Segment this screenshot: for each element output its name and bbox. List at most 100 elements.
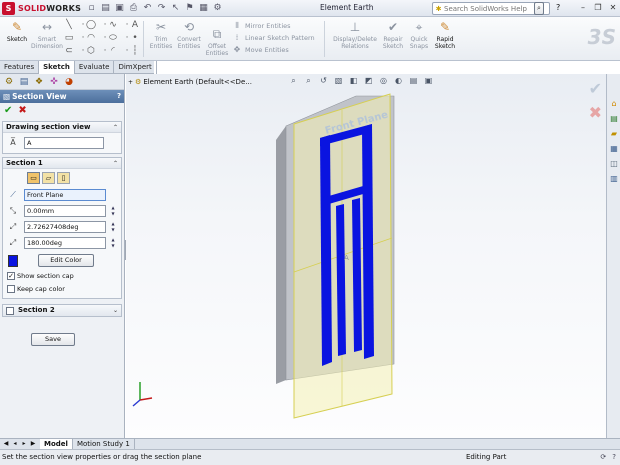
home-icon[interactable]: ⌂: [608, 98, 620, 110]
centerline-icon[interactable]: ┆: [129, 46, 141, 57]
tab-features[interactable]: Features: [0, 61, 40, 74]
rebuild-icon[interactable]: ⚑: [184, 3, 195, 14]
expand-icon[interactable]: ⌄: [113, 305, 118, 316]
view-palette-icon[interactable]: ▦: [608, 143, 620, 155]
polygon-icon[interactable]: ⬡: [85, 46, 97, 57]
tab-motion-study[interactable]: Motion Study 1: [73, 439, 135, 449]
status-message: Set the section view properties or drag …: [2, 453, 202, 461]
cancel-x-icon[interactable]: ✖: [589, 104, 602, 122]
open-folder-icon[interactable]: ▤: [100, 3, 111, 14]
offset-distance-field[interactable]: 0.00mm: [24, 205, 106, 217]
right-plane-icon[interactable]: ▯: [57, 172, 70, 184]
spline-icon[interactable]: ∿: [107, 20, 119, 31]
command-manager-tabs: Features Sketch Evaluate DimXpert: [0, 61, 157, 74]
collapse-icon[interactable]: ⌃: [113, 158, 118, 169]
first-tab-icon[interactable]: ◀: [2, 439, 10, 449]
repair-icon: ✔: [387, 20, 399, 34]
configuration-manager-icon[interactable]: ❖: [33, 76, 45, 88]
rotation-x-field[interactable]: 2.72627408deg: [24, 221, 106, 233]
rebuild-status-icon[interactable]: ⟳: [600, 450, 606, 465]
group-header[interactable]: Section 2 ⌄: [3, 305, 121, 316]
rectangle-icon[interactable]: ▭: [63, 33, 75, 44]
file-explorer-icon[interactable]: ▰: [608, 128, 620, 140]
title-bar: S SOLIDWORKS ▫ ▤ ▣ ⎙ ↶ ↷ ↖ ⚑ ▦ ⚙ Element…: [0, 0, 620, 17]
status-mode: Editing Part: [466, 453, 507, 461]
confirm-check-icon[interactable]: ✔: [589, 80, 602, 98]
design-library-icon[interactable]: ▤: [608, 113, 620, 125]
help-icon[interactable]: ?: [117, 90, 121, 103]
section-name-field[interactable]: A: [24, 137, 104, 149]
front-plane-icon[interactable]: ▭: [27, 172, 40, 184]
group-header[interactable]: Section 1 ⌃: [3, 158, 121, 169]
line-icon[interactable]: ╲: [63, 20, 75, 31]
new-document-icon[interactable]: ▫: [86, 3, 97, 14]
section-view-icon: ▧: [3, 92, 11, 101]
rotation-y-spinner[interactable]: ▲ ▼: [110, 237, 116, 249]
minimize-icon[interactable]: –: [578, 2, 588, 13]
keep-cap-color-checkbox[interactable]: [7, 284, 15, 293]
close-icon[interactable]: ✕: [608, 2, 618, 13]
custom-properties-icon[interactable]: ▥: [608, 173, 620, 185]
options-icon[interactable]: ⚙: [212, 3, 223, 14]
cancel-x-icon[interactable]: ✖: [18, 105, 26, 116]
help-search-input[interactable]: [444, 4, 534, 13]
tab-dimxpert[interactable]: DimXpert: [114, 61, 157, 74]
tab-sketch[interactable]: Sketch: [39, 61, 75, 74]
fillet-icon[interactable]: ◜: [107, 46, 119, 57]
prev-tab-icon[interactable]: ◂: [11, 439, 19, 449]
help-status-icon[interactable]: ?: [612, 450, 616, 465]
mirror-entities-button[interactable]: ⫴ Mirror Entities: [232, 20, 320, 32]
display-delete-relations-button[interactable]: ⊥ Display/Delete Relations: [330, 20, 380, 50]
file-properties-icon[interactable]: ▦: [198, 3, 209, 14]
cap-right-leg: [362, 124, 374, 359]
rotation-y-field[interactable]: 180.00deg: [24, 237, 106, 249]
help-question-icon[interactable]: ?: [556, 3, 560, 12]
model-viewport[interactable]: Front Plane A: [126, 74, 606, 438]
feature-tree-icon[interactable]: ⚙: [3, 76, 15, 88]
reference-plane-field[interactable]: Front Plane: [24, 189, 106, 201]
redo-icon[interactable]: ↷: [156, 3, 167, 14]
move-entities-button[interactable]: ✥ Move Entities: [232, 44, 320, 56]
tab-model[interactable]: Model: [40, 439, 73, 449]
sketch-tool-button[interactable]: ✎ Sketch: [0, 20, 34, 43]
edit-color-button[interactable]: Edit Color: [38, 254, 94, 267]
reference-plane-icon: ⟋: [10, 190, 16, 199]
window-controls: – ❐ ✕: [578, 2, 618, 13]
group-header[interactable]: Drawing section view ⌃: [3, 122, 121, 133]
print-icon[interactable]: ⎙: [128, 3, 139, 14]
ok-check-icon[interactable]: ✔: [4, 105, 12, 116]
property-manager-icon[interactable]: ▤: [18, 76, 30, 88]
save-button[interactable]: Save: [31, 333, 75, 346]
smart-dimension-button[interactable]: ↔ Smart Dimension: [30, 20, 64, 50]
rapid-sketch-button[interactable]: ✎ Rapid Sketch: [430, 20, 460, 50]
appearances-icon[interactable]: ◫: [608, 158, 620, 170]
offset-entities-button[interactable]: ⧉ Offset Entities: [200, 27, 234, 57]
circle-icon[interactable]: ◯: [85, 20, 97, 31]
tab-evaluate[interactable]: Evaluate: [75, 61, 115, 74]
help-search[interactable]: ✱ ⌕: [432, 2, 550, 15]
arc-icon[interactable]: ◠: [85, 33, 97, 44]
collapse-icon[interactable]: ⌃: [113, 122, 118, 133]
solidworks-logo[interactable]: S SOLIDWORKS: [2, 2, 81, 15]
linear-pattern-button[interactable]: ⁞ Linear Sketch Pattern: [232, 32, 320, 44]
top-plane-icon[interactable]: ▱: [42, 172, 55, 184]
help-lightbulb-icon: ✱: [435, 4, 442, 13]
restore-icon[interactable]: ❐: [593, 2, 603, 13]
text-icon[interactable]: A: [129, 20, 141, 31]
save-icon[interactable]: ▣: [114, 3, 125, 14]
section-2-checkbox[interactable]: [6, 306, 14, 315]
display-manager-icon[interactable]: ◕: [63, 76, 75, 88]
rotation-x-spinner[interactable]: ▲ ▼: [110, 221, 116, 233]
next-tab-icon[interactable]: ▸: [20, 439, 28, 449]
select-icon[interactable]: ↖: [170, 3, 181, 14]
graphics-area[interactable]: + ⚙ Element Earth (Default<<De... ⌕ ⌕ ↺ …: [126, 74, 606, 438]
point-icon[interactable]: •: [129, 33, 141, 44]
last-tab-icon[interactable]: ▶: [29, 439, 37, 449]
undo-icon[interactable]: ↶: [142, 3, 153, 14]
ellipse-icon[interactable]: ⬭: [107, 33, 119, 44]
search-icon[interactable]: ⌕: [534, 2, 544, 15]
offset-spinner[interactable]: ▲ ▼: [110, 205, 116, 217]
show-section-cap-checkbox[interactable]: ✓: [7, 271, 15, 280]
slot-icon[interactable]: ⊂: [63, 46, 75, 57]
dimxpert-manager-icon[interactable]: ✜: [48, 76, 60, 88]
